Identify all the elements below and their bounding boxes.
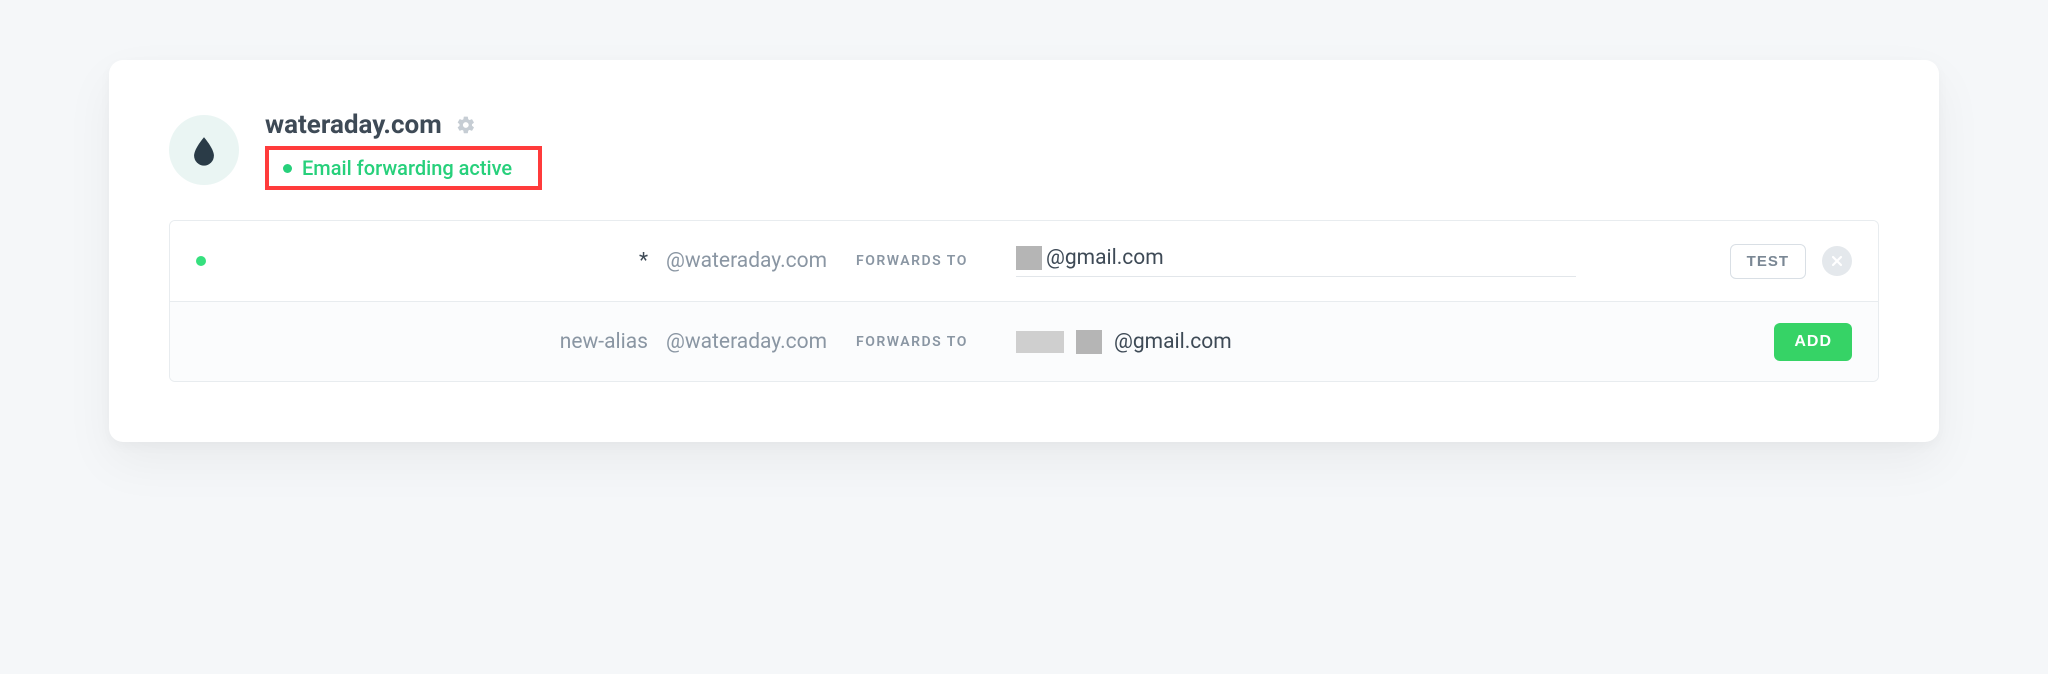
alias-value: * <box>206 249 666 273</box>
new-destination-suffix[interactable]: @gmail.com <box>1114 330 1232 354</box>
delete-button[interactable] <box>1822 246 1852 276</box>
domain-avatar <box>169 115 239 185</box>
alias-domain-suffix: @wateraday.com <box>666 249 856 273</box>
domain-name: wateraday.com <box>265 110 442 140</box>
destination-value: @gmail.com <box>1016 246 1576 277</box>
close-icon <box>1831 255 1843 267</box>
row-actions: ADD <box>1774 323 1852 361</box>
card-header: wateraday.com Email forwarding active <box>109 60 1939 220</box>
new-destination-col: @gmail.com <box>1016 330 1774 354</box>
status-dot-icon <box>283 164 292 173</box>
row-actions: TEST <box>1730 244 1852 279</box>
domain-title-row: wateraday.com <box>265 110 542 140</box>
status-highlight-box: Email forwarding active <box>265 146 542 190</box>
destination-col: @gmail.com <box>1016 246 1730 277</box>
destination-suffix: @gmail.com <box>1046 246 1164 270</box>
redacted-block <box>1016 246 1042 270</box>
domain-card: wateraday.com Email forwarding active * … <box>109 60 1939 442</box>
add-button[interactable]: ADD <box>1774 323 1852 361</box>
active-dot-icon <box>196 256 206 266</box>
redacted-block <box>1076 330 1102 354</box>
status-text: Email forwarding active <box>302 156 512 180</box>
new-alias-domain-suffix: @wateraday.com <box>666 330 856 354</box>
new-alias-input[interactable]: new-alias <box>206 330 666 354</box>
forwarding-list: * @wateraday.com FORWARDS TO @gmail.com … <box>169 220 1879 382</box>
forwards-to-label: FORWARDS TO <box>856 253 1016 269</box>
forward-row: * @wateraday.com FORWARDS TO @gmail.com … <box>170 221 1878 301</box>
add-forward-row: new-alias @wateraday.com FORWARDS TO @gm… <box>170 301 1878 381</box>
test-button[interactable]: TEST <box>1730 244 1806 279</box>
gear-icon[interactable] <box>456 115 476 135</box>
water-drop-icon <box>187 133 221 167</box>
domain-info: wateraday.com Email forwarding active <box>265 110 542 190</box>
forwards-to-label: FORWARDS TO <box>856 334 1016 350</box>
redacted-block <box>1016 331 1064 353</box>
